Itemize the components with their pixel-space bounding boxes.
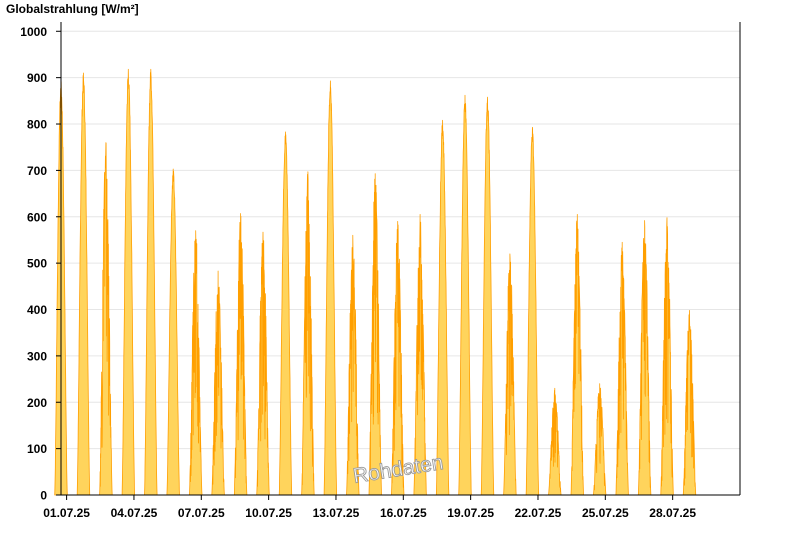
day-peak-5: [144, 68, 158, 496]
x-tick-label: 01.07.25: [43, 506, 90, 520]
y-tick-label: 500: [27, 257, 47, 271]
y-axis-label: Globalstrahlung [W/m²]: [6, 2, 139, 16]
x-tick-label: 19.07.25: [447, 506, 494, 520]
day-peak-14: [346, 234, 360, 496]
day-peak-24: [570, 214, 584, 496]
x-tick-label: 07.07.25: [178, 506, 225, 520]
day-peak-20: [480, 96, 495, 496]
day-peak-10: [256, 231, 270, 496]
y-tick-label: 600: [27, 210, 47, 224]
y-axis-ticks: 0 100 200 300 400 500 600 700 800 900 1000: [20, 25, 61, 503]
day-peak-2: [76, 72, 91, 496]
x-tick-label: 13.07.25: [313, 506, 360, 520]
x-tick-label: 16.07.25: [380, 506, 427, 520]
day-peak-23: [548, 387, 562, 496]
day-peak-19: [458, 94, 472, 496]
x-axis-ticks: 01.07.25 04.07.25 07.07.25 10.07.25 13.07.25…: [43, 495, 696, 520]
day-peak-15: [368, 173, 382, 496]
x-tick-label: 22.07.25: [515, 506, 562, 520]
day-peak-7: [189, 230, 203, 496]
y-tick-label: 800: [27, 118, 47, 132]
y-tick-label: 0: [40, 489, 47, 503]
day-peak-26: [615, 241, 629, 496]
x-tick-label: 28.07.25: [649, 506, 696, 520]
day-peak-22: [525, 126, 540, 496]
x-tick-label: 04.07.25: [111, 506, 158, 520]
day-peak-9: [233, 213, 248, 496]
day-peak-11: [278, 131, 293, 496]
day-peak-12: [301, 171, 315, 496]
day-peak-3: [99, 142, 113, 496]
x-tick-label: 25.07.25: [582, 506, 629, 520]
day-peak-13: [323, 80, 337, 496]
day-peak-21: [503, 253, 517, 496]
day-peak-27: [637, 220, 652, 496]
y-tick-label: 400: [27, 303, 47, 317]
y-tick-label: 700: [27, 164, 47, 178]
y-tick-label: 900: [27, 71, 47, 85]
irradiance-chart: 0 100 200 300 400 500 600 700 800 900 1000 01.07.2…: [20, 22, 741, 520]
day-peak-25: [593, 383, 607, 496]
day-peak-6: [166, 168, 180, 496]
x-tick-label: 10.07.25: [245, 506, 292, 520]
y-tick-label: 200: [27, 396, 47, 410]
y-tick-label: 300: [27, 349, 47, 363]
day-peak-4: [121, 68, 135, 496]
y-tick-label: 1000: [20, 25, 47, 39]
irradiance-series: [54, 68, 697, 496]
y-tick-label: 100: [27, 442, 47, 456]
day-peak-8: [211, 270, 225, 496]
day-peak-16: [391, 221, 405, 496]
day-peak-18: [435, 119, 450, 496]
